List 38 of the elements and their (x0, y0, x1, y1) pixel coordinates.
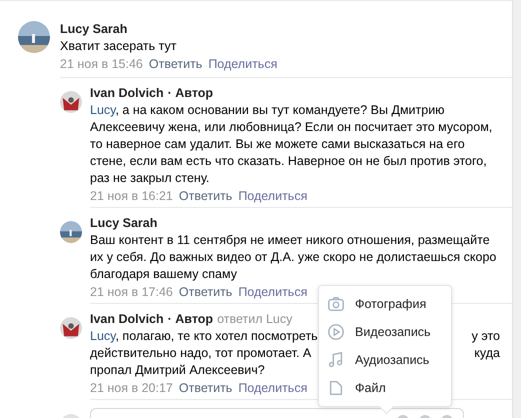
share-link[interactable]: Поделиться (238, 189, 308, 203)
menu-item[interactable]: Видеозапись (319, 318, 451, 346)
share-link[interactable]: Поделиться (238, 381, 308, 395)
reply-link[interactable]: Ответить (148, 57, 202, 71)
comment-text: пропал Дмитрий Алексеевич? (90, 362, 265, 379)
menu-item[interactable]: Файл (319, 374, 451, 402)
comment-date[interactable]: 21 ноя в 15:46 (60, 57, 143, 71)
share-link[interactable]: Поделиться (208, 57, 278, 71)
share-link[interactable]: Поделиться (238, 285, 308, 299)
author-role-label: · Автор (168, 85, 214, 102)
comment-date[interactable]: 21 ноя в 17:46 (90, 285, 173, 299)
camera-icon (327, 295, 345, 313)
author-name[interactable]: Ivan Dolvich (90, 85, 164, 102)
comment-text: действительно надо, тот промотает. А (90, 345, 312, 362)
comment-text: Lucy, а на каком основании вы тут командуете? Вы Дмитрию Алексеевичу жена, или любовница? Если он посчитает это мусором, то наверное сам удалит. Вы же можете сами высказаться на его стене, если вам есть что сказать. Наверное он не был против этого, раз не закрыл стену. (90, 102, 494, 187)
menu-item[interactable]: Фотография (319, 290, 451, 318)
comment-date[interactable]: 21 ноя в 16:21 (90, 189, 173, 203)
author-name[interactable]: Ivan Dolvich (90, 311, 164, 328)
comment-text: куда (474, 345, 500, 362)
author-role-label: · Автор (168, 311, 214, 328)
reply-link[interactable]: Ответить (178, 189, 232, 203)
mention-link[interactable]: Lucy (90, 329, 116, 343)
reply-link[interactable]: Ответить (178, 381, 232, 395)
comment-text: Хватит засерать тут (60, 38, 178, 55)
menu-item[interactable]: Аудиозапись (319, 346, 451, 374)
document-icon (327, 379, 345, 397)
comment-date[interactable]: 21 ноя в 20:17 (90, 381, 173, 395)
mention-link[interactable]: Lucy (90, 103, 116, 117)
comment-text: Lucy, полагаю, те кто хотел посмотреть (90, 328, 318, 345)
author-name[interactable]: Lucy Sarah (60, 21, 128, 38)
reply-note[interactable]: ответил Lucy (217, 311, 292, 328)
reply-link[interactable]: Ответить (178, 285, 232, 299)
comment-text: Ваш контент в 11 сентября не имеет никого отношения, размещайте их у себя. До важных видео от Д.А. уже скоро не долистаешься скоро благодаря вашему спаму (90, 232, 498, 283)
play-icon (327, 323, 345, 341)
comment-text: у это (472, 328, 500, 345)
music-note-icon (327, 351, 345, 369)
author-name[interactable]: Lucy Sarah (90, 215, 158, 232)
scrollbar[interactable] (512, 0, 521, 418)
